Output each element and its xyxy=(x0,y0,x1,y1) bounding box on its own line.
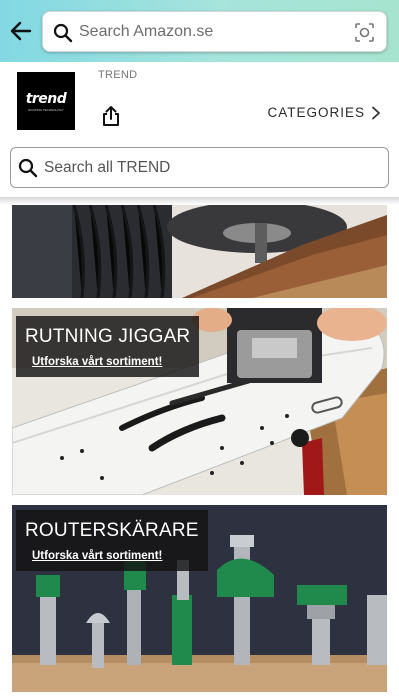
logo-wordmark: trend xyxy=(25,90,67,107)
jigs-overlay: RUTNING JIGGAR Utforska vårt sortiment! xyxy=(16,316,200,377)
camera-lens-icon[interactable] xyxy=(354,22,375,43)
store-header: trend ROUTING TECHNOLOGY TREND CATEGORIE… xyxy=(0,62,399,197)
jigs-explore-link[interactable]: Utforska vårt sortiment! xyxy=(32,356,190,368)
search-icon xyxy=(53,23,73,43)
categories-link[interactable]: CATEGORIES xyxy=(267,105,382,120)
routing-jigs-tile[interactable]: RUTNING JIGGAR Utforska vårt sortiment! xyxy=(12,308,387,495)
store-search-input[interactable] xyxy=(44,148,374,187)
brand-name: TREND xyxy=(98,69,138,81)
store-search-bar[interactable] xyxy=(10,147,389,188)
cutters-title: ROUTERSKÄRARE xyxy=(25,520,199,541)
workshop-photo xyxy=(12,205,387,298)
share-icon[interactable] xyxy=(101,105,121,127)
brand-logo[interactable]: trend ROUTING TECHNOLOGY xyxy=(17,72,75,130)
jigs-title: RUTNING JIGGAR xyxy=(25,326,191,347)
app-header xyxy=(0,0,399,62)
logo-tagline: ROUTING TECHNOLOGY xyxy=(28,107,64,112)
amazon-search-bar[interactable] xyxy=(42,11,387,52)
router-workshop-image[interactable] xyxy=(12,205,387,298)
back-arrow-icon[interactable] xyxy=(8,18,34,44)
cutters-explore-link[interactable]: Utforska vårt sortiment! xyxy=(32,550,199,562)
chevron-right-icon xyxy=(372,106,380,119)
router-cutters-tile[interactable]: ROUTERSKÄRARE Utforska vårt sortiment! xyxy=(12,505,387,692)
cutters-overlay: ROUTERSKÄRARE Utforska vårt sortiment! xyxy=(16,510,208,571)
header-divider xyxy=(0,197,399,205)
categories-label: CATEGORIES xyxy=(267,105,365,120)
search-icon xyxy=(18,158,38,178)
amazon-search-input[interactable] xyxy=(79,12,349,51)
